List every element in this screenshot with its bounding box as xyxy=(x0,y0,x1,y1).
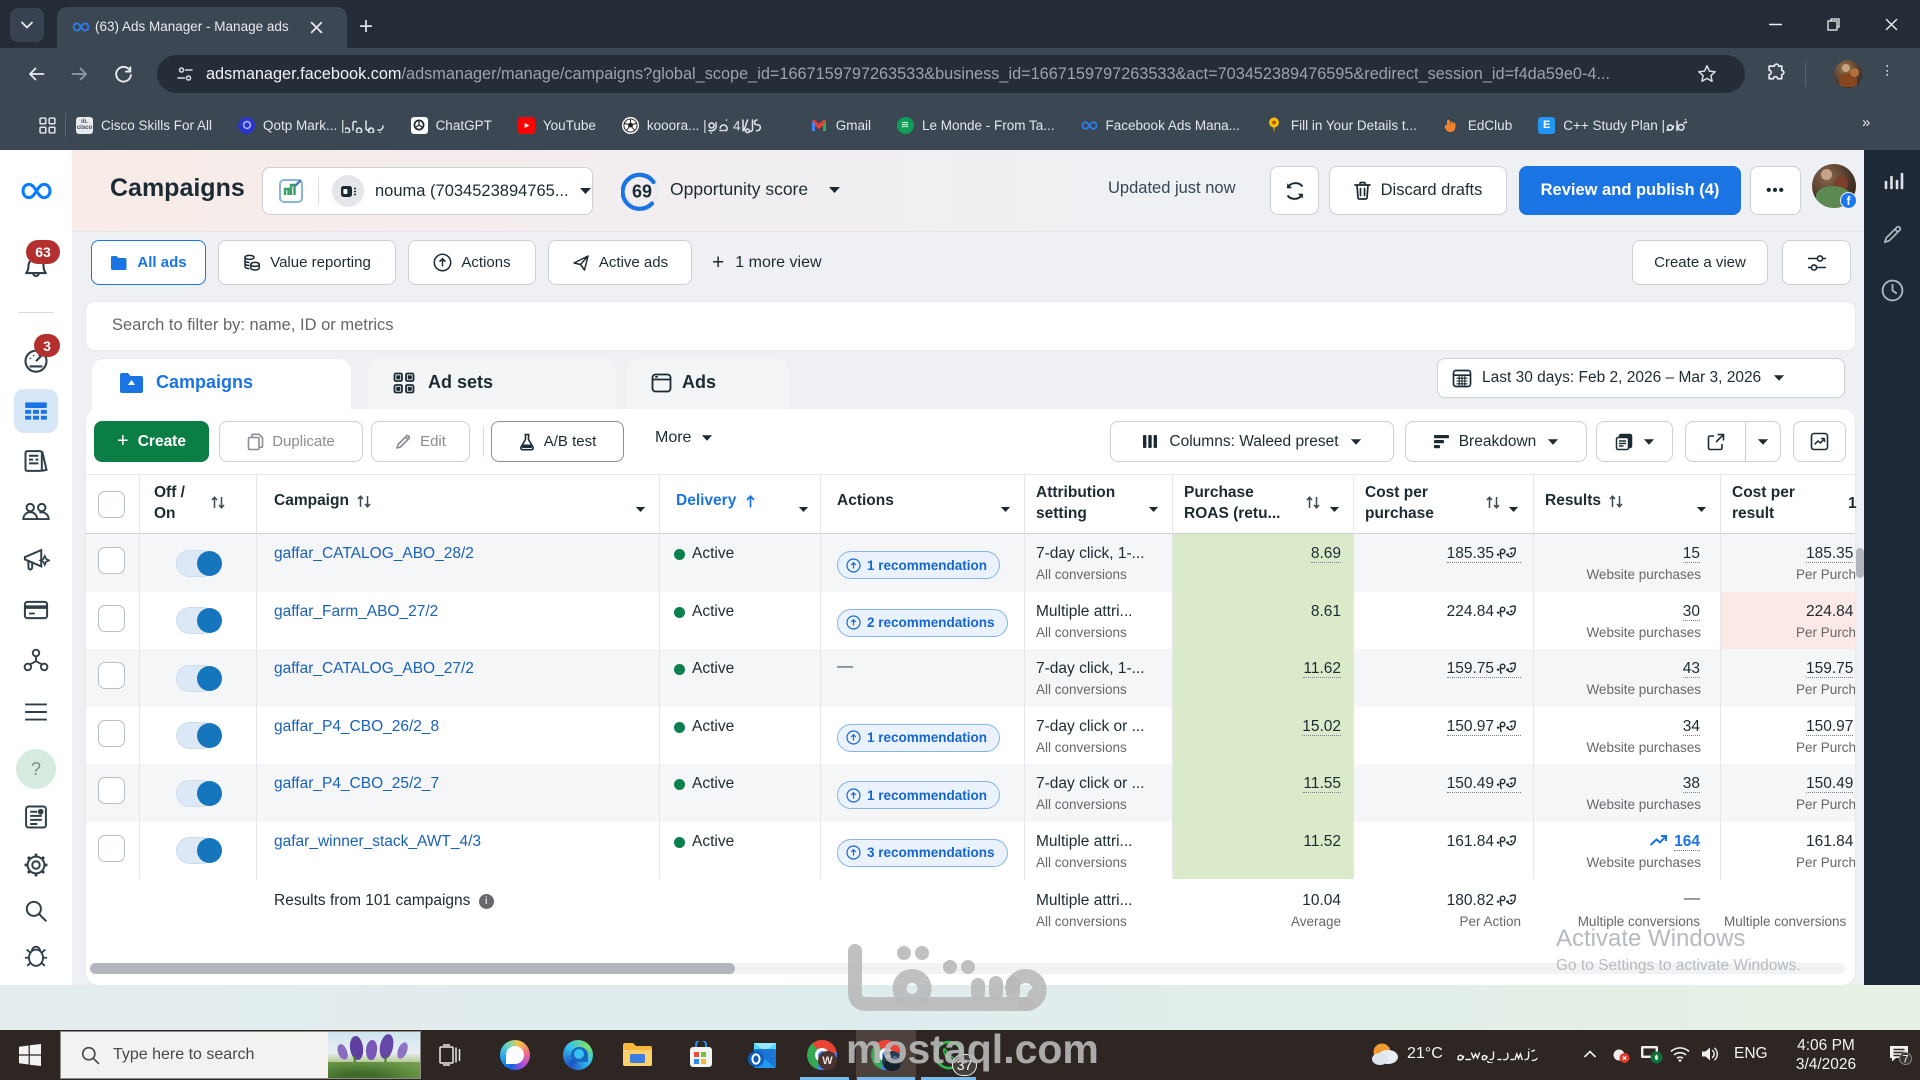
svg-text:69: 69 xyxy=(632,182,652,202)
svg-text:7: 7 xyxy=(1902,1054,1908,1065)
svg-text:4: 4 xyxy=(733,118,741,133)
